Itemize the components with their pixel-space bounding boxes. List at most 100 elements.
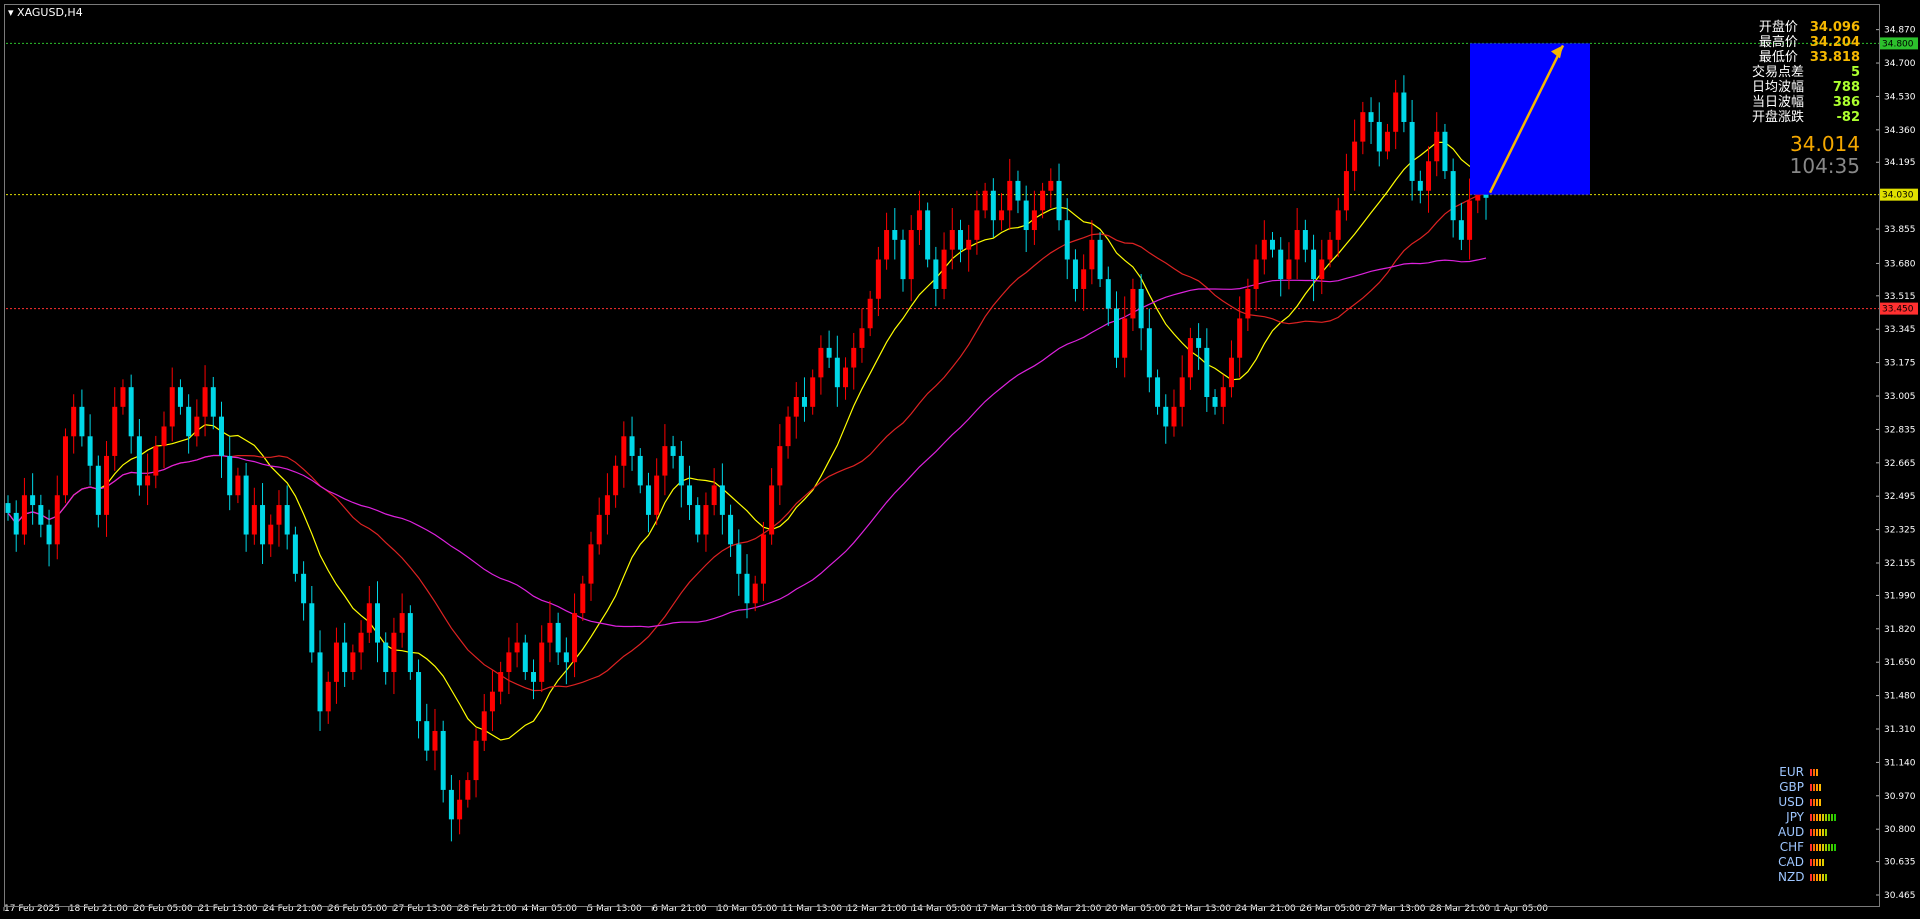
candle-body (1237, 318, 1243, 358)
y-tick-label: 32.835 (1884, 425, 1916, 435)
strength-bar (1810, 814, 1812, 821)
candle-body (1081, 269, 1087, 289)
strength-bar (1819, 844, 1821, 851)
strength-bar (1822, 844, 1824, 851)
y-tick-label: 31.480 (1884, 692, 1916, 702)
candle-body (1434, 131, 1440, 162)
candle-body (1294, 230, 1300, 260)
info-label: 开盘价 (1758, 20, 1798, 35)
candle-body (1072, 259, 1078, 289)
candle-body (416, 672, 422, 722)
candle-body (1040, 190, 1046, 211)
candle-body (457, 799, 463, 820)
axis-layer: 34.870 34.700 34.530 34.360 34.195 33.855 33.6… (3, 26, 1918, 914)
candle-body (1319, 259, 1325, 280)
currency-name: GBP (1779, 780, 1804, 794)
x-tick-label: 17 Feb 2025 (4, 904, 60, 914)
candle-body (1376, 121, 1382, 152)
candle-body (235, 475, 241, 496)
strength-bar (1822, 829, 1824, 836)
candle-body (1097, 239, 1103, 280)
strength-bar (1822, 874, 1824, 881)
y-tick-label: 33.680 (1884, 259, 1916, 269)
info-label: 日均波幅 (1751, 80, 1804, 95)
candle-body (1204, 347, 1210, 398)
candle-body (440, 730, 446, 790)
y-tick-label: 33.005 (1884, 392, 1916, 402)
price-chart[interactable]: 34.870 34.700 34.530 34.360 34.195 33.855 33.6… (0, 0, 1920, 919)
candle-body (79, 406, 85, 437)
candle-body (843, 367, 849, 388)
chart-window[interactable]: 34.870 34.700 34.530 34.360 34.195 33.855 33.6… (0, 0, 1920, 919)
candle-body (982, 190, 988, 211)
x-tick-label: 10 Mar 05:00 (717, 904, 777, 914)
candle-body (1023, 200, 1029, 231)
candle-body (1155, 377, 1161, 407)
info-value: 34.204 (1809, 35, 1860, 50)
candle-body (777, 446, 783, 486)
candle-body (227, 455, 233, 496)
collapse-arrow-icon[interactable]: ▾ (8, 6, 14, 19)
candle-body (744, 573, 750, 604)
candle-body (366, 603, 372, 633)
x-tick-label: 24 Feb 21:00 (263, 904, 322, 914)
candle-body (801, 397, 807, 407)
candle-body (1146, 328, 1152, 378)
candle-body (1426, 161, 1432, 191)
currency-row: GBP (1778, 780, 1836, 795)
y-tick-label: 34.360 (1884, 126, 1916, 136)
candle-body (1417, 180, 1423, 191)
candle-body (637, 455, 643, 486)
strength-bar (1825, 814, 1827, 821)
strength-bar (1816, 874, 1818, 881)
y-tick-label: 32.495 (1884, 492, 1916, 502)
candle-body (1048, 180, 1054, 191)
candle-body (719, 485, 725, 515)
candle-body (621, 436, 627, 466)
y-tick-label: 34.195 (1884, 158, 1916, 168)
candle-body (276, 505, 282, 525)
strength-bar (1816, 769, 1818, 776)
candle-body (136, 436, 142, 486)
info-row: 交易点差 5 (1752, 65, 1860, 80)
x-tick-label: 24 Mar 21:00 (1236, 904, 1296, 914)
candle-body (1261, 239, 1267, 260)
y-tick-label: 30.800 (1884, 825, 1916, 835)
candle-body (1089, 239, 1095, 270)
currency-strength-panel: EUR GBP USD JPY AUD CHF CAD NZD (1778, 765, 1836, 885)
info-value: 34.096 (1809, 20, 1860, 35)
candle-body (317, 652, 323, 712)
x-tick-label: 28 Mar 21:00 (1430, 904, 1490, 914)
candle-body (966, 239, 972, 250)
candle-body (1220, 387, 1226, 407)
candle-body (1179, 377, 1185, 407)
candle-body (563, 652, 569, 663)
candle-body (260, 505, 266, 545)
candle-body (1122, 318, 1128, 358)
candle-body (999, 210, 1005, 221)
candle-body (87, 436, 93, 466)
x-tick-label: 11 Mar 13:00 (782, 904, 842, 914)
candle-body (30, 495, 36, 506)
candle-body (1343, 171, 1349, 211)
candle-body (62, 436, 68, 496)
x-tick-label: 6 Mar 21:00 (652, 904, 707, 914)
x-tick-label: 14 Mar 05:00 (912, 904, 972, 914)
candle-body (974, 210, 980, 240)
info-row: 当日波幅 386 (1752, 95, 1860, 110)
candle-body (210, 387, 216, 417)
candles-layer (5, 75, 1489, 842)
candle-body (46, 524, 52, 545)
strength-bar (1816, 784, 1818, 791)
info-panel: 开盘价 34.096 最高价 34.204 最低价 33.818 交易点差 5 日均波幅… (1752, 20, 1860, 125)
candle-body (1278, 249, 1284, 280)
candle-body (481, 711, 487, 741)
candle-body (875, 259, 881, 299)
candle-body (604, 495, 610, 515)
x-tick-label: 26 Mar 05:00 (1301, 904, 1361, 914)
candle-body (645, 485, 651, 515)
candle-body (769, 485, 775, 535)
info-value: -82 (1836, 110, 1861, 125)
level-price-label: 34.030 (1882, 191, 1914, 201)
strength-bar (1816, 799, 1818, 806)
